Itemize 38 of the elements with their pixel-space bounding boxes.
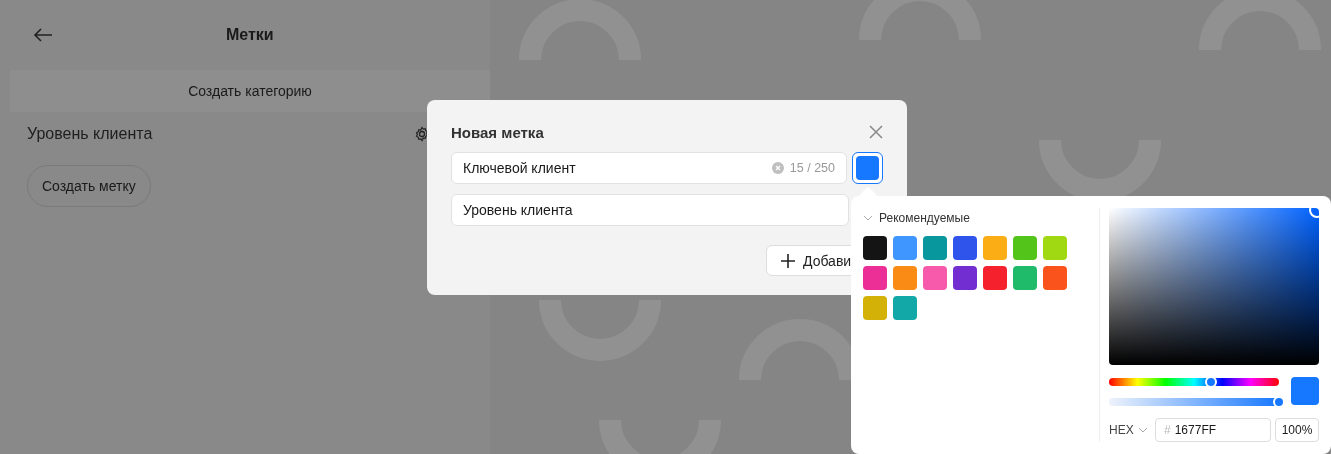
section-header[interactable]: Рекомендуемые <box>863 208 1099 228</box>
color-swatch[interactable] <box>1043 236 1067 260</box>
opacity-input-field[interactable]: 100% <box>1275 418 1319 442</box>
color-swatch[interactable] <box>923 266 947 290</box>
category-input-field[interactable]: Уровень клиента <box>451 194 849 226</box>
color-swatch[interactable] <box>893 296 917 320</box>
color-swatch[interactable] <box>863 296 887 320</box>
color-preview <box>1291 377 1319 405</box>
hex-input-field[interactable]: # 1677FF <box>1155 418 1271 442</box>
settings-icon[interactable] <box>414 126 430 142</box>
format-dropdown[interactable]: HEX <box>1109 423 1151 437</box>
color-swatch[interactable] <box>1013 266 1037 290</box>
close-icon[interactable] <box>869 125 883 139</box>
chevron-down-icon <box>863 213 873 223</box>
color-swatch[interactable] <box>1013 236 1037 260</box>
back-arrow-icon[interactable] <box>33 27 53 43</box>
color-swatch[interactable] <box>863 236 887 260</box>
chevron-down-icon <box>1137 425 1148 435</box>
hue-slider-handle[interactable] <box>1205 376 1217 388</box>
color-swatch[interactable] <box>983 266 1007 290</box>
alpha-slider-handle[interactable] <box>1273 396 1285 408</box>
create-category-button[interactable]: Создать категорию <box>10 70 490 112</box>
clear-icon[interactable] <box>771 162 784 174</box>
color-swatch[interactable] <box>923 236 947 260</box>
color-swatch[interactable] <box>953 236 977 260</box>
color-swatch[interactable] <box>863 266 887 290</box>
page-title: Метки <box>226 26 274 44</box>
color-swatch[interactable] <box>1043 266 1067 290</box>
name-input-field[interactable]: Ключевой клиент 15 / 250 <box>451 152 847 184</box>
color-swatch[interactable] <box>893 266 917 290</box>
character-counter: 15 / 250 <box>789 161 835 175</box>
dialog-title: Новая метка <box>451 123 544 141</box>
color-swatch[interactable] <box>893 236 917 260</box>
category-name: Уровень клиента <box>27 125 153 143</box>
plus-icon <box>781 253 795 268</box>
hue-slider[interactable] <box>1109 378 1279 386</box>
color-swatch[interactable] <box>953 266 977 290</box>
color-swatch[interactable] <box>983 236 1007 260</box>
